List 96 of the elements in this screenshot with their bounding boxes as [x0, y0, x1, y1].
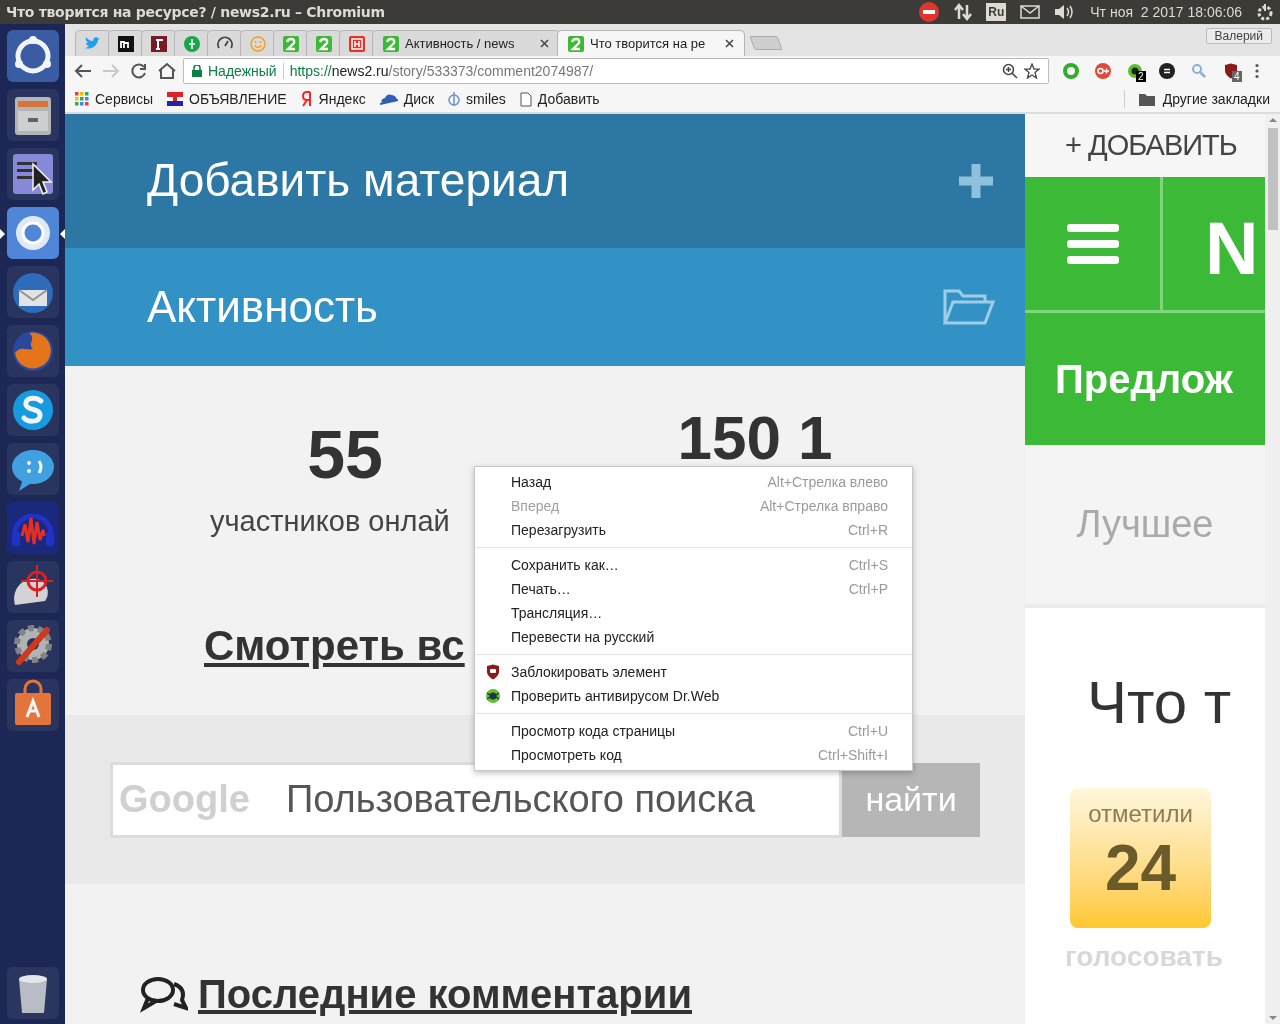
menu-item[interactable]: Заблокировать элемент — [475, 660, 912, 684]
crosshair-icon[interactable] — [6, 560, 59, 613]
shopping-bag-icon[interactable] — [6, 678, 59, 731]
count-badge: 2 — [1136, 71, 1146, 82]
shortcut-label: Ctrl+U — [847, 721, 888, 741]
folder-open-icon — [943, 288, 995, 326]
site-logo-icon — [316, 35, 332, 52]
site-logo-icon — [283, 35, 299, 52]
bookmark-link[interactable]: ОБЪЯВЛЕНИЕ — [167, 88, 287, 110]
menu-item[interactable]: Перезагрузить Ctrl+R — [475, 518, 912, 542]
pinned-tab[interactable] — [108, 30, 144, 56]
padlock-icon — [192, 65, 202, 77]
shortcut-label: Ctrl+R — [847, 520, 888, 540]
add-material-bar[interactable]: Добавить материал — [65, 114, 1025, 248]
votes-label: отметили — [1088, 799, 1193, 829]
article-heading: Что т — [1086, 668, 1233, 738]
plus-icon — [957, 161, 995, 200]
search-placeholder: Пользовательского поиска — [285, 777, 755, 823]
page-icon — [519, 91, 532, 107]
pinned-tab[interactable] — [141, 30, 177, 56]
menu-item[interactable]: Сохранить как… Ctrl+S — [475, 553, 912, 577]
trash-icon[interactable] — [6, 967, 59, 1019]
headphones-wave-icon[interactable] — [6, 501, 59, 554]
shortcut-label: Alt+Стрелка влево — [767, 472, 888, 492]
folder-icon — [1138, 92, 1155, 106]
no-entry-icon[interactable] — [918, 1, 941, 23]
wrench-gear-icon[interactable] — [6, 619, 59, 672]
bookmark-link[interactable]: Добавить — [519, 88, 600, 110]
y-glyph-icon — [300, 91, 313, 107]
transfer-arrows-icon[interactable] — [954, 3, 973, 21]
browser-tab[interactable]: Что творится на ре — [557, 30, 745, 56]
close-icon[interactable] — [540, 39, 549, 48]
chat-s-icon[interactable] — [6, 383, 59, 436]
menu-item[interactable]: Печать… Ctrl+P — [475, 577, 912, 601]
stat-label: участников онлай — [210, 504, 450, 540]
site-logo-icon — [568, 35, 584, 52]
comments-icon — [140, 974, 188, 1014]
star-icon[interactable] — [1024, 63, 1040, 79]
bookmark-link[interactable]: Яндекс — [300, 88, 366, 110]
shortcut-label: Alt+Стрелка вправо — [759, 496, 888, 516]
bookmark-link[interactable]: smiles — [448, 88, 506, 110]
plus-circle-icon[interactable] — [1095, 63, 1111, 79]
menu-item[interactable]: Назад Alt+Стрелка влево — [475, 470, 912, 494]
bird-icon — [84, 35, 102, 52]
menu-icon[interactable] — [1066, 221, 1119, 266]
square-glyph-icon — [151, 35, 167, 52]
envelope-icon[interactable] — [1020, 5, 1041, 19]
flag-icon — [167, 92, 183, 106]
menu-item[interactable]: Просмотр кода страницы Ctrl+U — [475, 719, 912, 743]
profile-button[interactable]: Валерий — [1205, 28, 1272, 44]
latest-comments-link[interactable]: Последние комментарии — [198, 964, 692, 1024]
browser-icon[interactable] — [6, 206, 59, 259]
address-bar[interactable]: Надежный https://news2.ru/story/533373/comment2074987/ — [183, 58, 1049, 84]
file-cabinet-icon[interactable] — [6, 88, 59, 141]
site-logo-icon — [383, 35, 399, 52]
speech-bubble-icon[interactable] — [6, 442, 59, 495]
view-all-link[interactable]: Смотреть вс — [204, 613, 465, 677]
security-label: Надежный — [208, 61, 277, 81]
count-badge: 4 — [1232, 71, 1242, 82]
equals-circle-icon[interactable] — [1159, 63, 1175, 79]
menu-item[interactable]: Проверить антивирусом Dr.Web — [475, 684, 912, 708]
votes-count: 24 — [1104, 832, 1177, 904]
zoom-icon[interactable] — [1002, 63, 1018, 79]
cloud-icon — [379, 93, 398, 105]
keyboard-layout-indicator[interactable]: Ru — [986, 3, 1007, 21]
tab-title: Активность / news — [405, 34, 516, 53]
bookmark-link[interactable]: Сервисы — [75, 88, 153, 110]
bookmark-link[interactable]: Диск — [379, 88, 435, 110]
drop-icon — [448, 91, 461, 107]
cursor-icon[interactable] — [6, 147, 59, 200]
vote-counter[interactable]: отметили 24 — [1070, 788, 1211, 928]
stat-value: 55 — [307, 416, 383, 493]
menu-item[interactable]: Трансляция… — [475, 601, 912, 625]
ring-icon[interactable] — [1063, 63, 1079, 79]
ubuntu-logo-icon[interactable] — [6, 29, 59, 82]
shortcut-label: Ctrl+S — [848, 555, 888, 575]
window-title: Что творится на ресурсе? / news2.ru – Chromium — [6, 2, 385, 22]
grid-icon — [75, 92, 89, 106]
circle-plus-icon — [184, 35, 200, 52]
smiley-icon — [250, 35, 266, 52]
stat-value: 150 1 — [677, 412, 833, 463]
tab-title: Что творится на ре — [590, 34, 707, 53]
framed-square-icon — [349, 35, 365, 52]
browser-tab[interactable]: Активность / news — [372, 30, 560, 56]
pinned-tab[interactable] — [207, 30, 243, 56]
menu-item[interactable]: Перевести на русский — [475, 625, 912, 649]
shield-icon — [485, 664, 501, 680]
power-gear-icon[interactable] — [1256, 3, 1274, 21]
shortcut-label: Ctrl+P — [848, 579, 888, 599]
bookmark-folder[interactable]: Другие закладки — [1138, 88, 1270, 110]
scrollbar-thumb[interactable] — [1267, 128, 1278, 230]
square-glyph-icon — [118, 35, 134, 52]
mail-bird-icon[interactable] — [6, 265, 59, 318]
close-icon[interactable] — [725, 39, 734, 48]
url-text: https://news2.ru/story/533373/comment2074987/ — [289, 61, 594, 81]
clock[interactable]: Чт ноя 2 2017 18:06:06 — [1090, 1, 1242, 23]
